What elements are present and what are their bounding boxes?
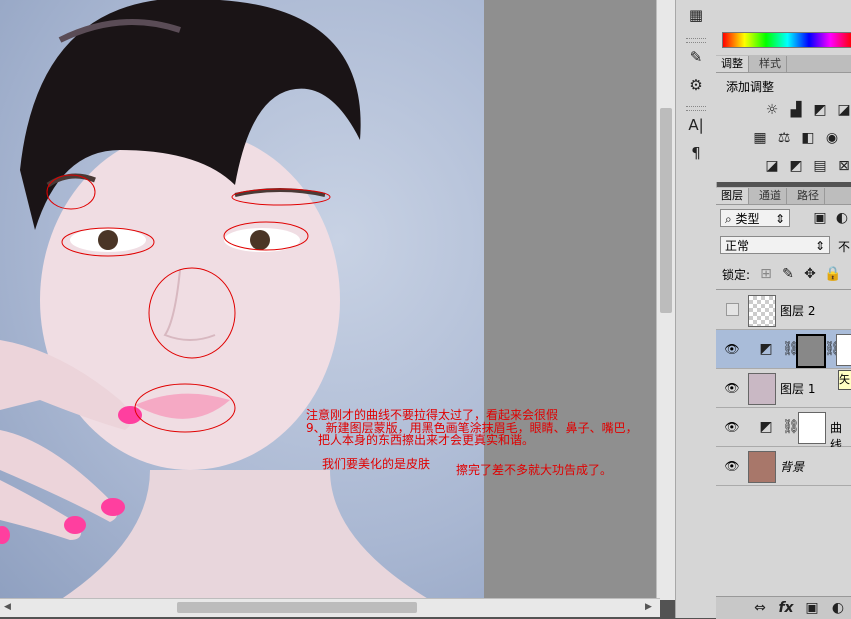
layer-thumbnail (748, 451, 776, 483)
layers-tabbar: 图层 通道 路径 (716, 187, 851, 205)
color-spectrum[interactable] (722, 32, 851, 48)
horizontal-scroll-thumb[interactable] (177, 602, 417, 613)
link-icon[interactable]: ⛓ (782, 419, 800, 435)
fx-icon[interactable]: fx (778, 600, 794, 616)
selective-color-icon[interactable]: ⊠ (836, 158, 851, 174)
vertical-scroll-thumb[interactable] (660, 108, 672, 313)
image-filter-icon[interactable]: ▣ (812, 210, 828, 226)
tab-styles[interactable]: 样式 (754, 56, 787, 72)
color-balance-icon[interactable]: ⚖ (776, 130, 792, 146)
scroll-right-arrow-icon[interactable]: ▶ (645, 602, 652, 612)
layer-filter-value: 类型 (735, 212, 760, 226)
layers-panel: 图层 通道 路径 ⌕ 类型 ⇕ ▣ ◐ 正常 ⇕ 不 锁定: ⊞ ✎ ✥ 🔒 图层 … (716, 187, 851, 596)
document-canvas[interactable]: 注意刚才的曲线不要拉得太过了，看起来会很假 9、新建图层蒙版，用黑色画笔涂抹眉毛… (0, 0, 660, 600)
tab-paths[interactable]: 路径 (792, 188, 825, 204)
gradient-map-icon[interactable]: ▤ (812, 158, 828, 174)
character-icon[interactable]: A| (685, 114, 707, 136)
layer-thumbnail (836, 334, 851, 366)
eye-icon[interactable]: 👁 (724, 420, 740, 434)
layer-mask-thumbnail[interactable] (798, 412, 826, 444)
lock-label: 锁定: (722, 268, 751, 282)
new-adjustment-icon[interactable]: ◐ (830, 600, 846, 616)
lock-pixels-icon[interactable]: ✎ (780, 266, 796, 282)
layer-name[interactable]: 图层 1 (780, 380, 815, 397)
blend-mode-dropdown[interactable]: 正常 ⇕ (720, 236, 830, 254)
add-adjustment-title: 添加调整 (726, 80, 775, 94)
posterize-icon[interactable]: ◩ (788, 158, 804, 174)
annotation-erase-note: 把人本身的东西擦出来才会更真实和谐。 (318, 433, 535, 447)
layer-row-layer1[interactable]: 👁 图层 1 (716, 369, 851, 408)
divider (716, 289, 851, 290)
search-icon: ⌕ (725, 212, 736, 226)
dock-grip[interactable] (686, 38, 706, 43)
panel-icon-dock: ▦ ✎ ⚙ A| ¶ (675, 0, 717, 618)
vertical-scrollbar[interactable] (656, 0, 675, 600)
layer-filter-dropdown[interactable]: ⌕ 类型 ⇕ (720, 209, 790, 227)
black-white-icon[interactable]: ◧ (800, 130, 816, 146)
tab-layers[interactable]: 图层 (716, 188, 749, 204)
photo-filter-icon[interactable]: ◉ (824, 130, 840, 146)
link-layers-icon[interactable]: ⇔ (752, 600, 768, 616)
curves-adjustment-icon: ◩ (759, 419, 773, 435)
adjustments-tabbar: 调整 样式 (716, 55, 851, 73)
levels-icon[interactable]: ▟ (788, 102, 804, 118)
vibrance-icon[interactable]: ▦ (752, 130, 768, 146)
paragraph-icon[interactable]: ¶ (685, 142, 707, 164)
eye-icon[interactable]: 👁 (724, 342, 740, 356)
layer-name[interactable]: 背景 (780, 458, 804, 475)
exposure-icon[interactable]: ◪ (836, 102, 851, 118)
layer-mask-thumbnail[interactable] (796, 334, 826, 368)
eye-icon[interactable]: 👁 (724, 459, 740, 473)
brightness-icon[interactable]: ☼ (764, 102, 780, 118)
adjustment-filter-icon[interactable]: ◐ (834, 210, 850, 226)
layers-icon[interactable]: ▦ (685, 4, 707, 26)
invert-icon[interactable]: ◪ (764, 158, 780, 174)
brush-preset-icon[interactable]: ✎ (685, 46, 707, 68)
layer-row-background[interactable]: 👁 背景 (716, 447, 851, 486)
adjustments-panel: 调整 样式 添加调整 ☼ ▟ ◩ ◪ ▦ ⚖ ◧ ◉ ◪ ◩ ▤ ⊠ (716, 0, 851, 182)
stepper-icon: ⇕ (814, 239, 825, 253)
blend-mode-value: 正常 (725, 239, 750, 253)
annotation-done-note: 擦完了差不多就大功告成了。 (456, 463, 613, 477)
layer-row-curves[interactable]: 👁 ◩ ⛓ 曲线 (716, 408, 851, 452)
layer-row-layer2[interactable]: 图层 2 (716, 291, 851, 330)
scroll-left-arrow-icon[interactable]: ◀ (4, 602, 11, 612)
layer-thumbnail (748, 295, 776, 327)
lock-transparency-icon[interactable]: ⊞ (758, 266, 774, 282)
stepper-icon: ⇕ (774, 212, 785, 226)
curves-adjustment-icon: ◩ (759, 341, 773, 357)
eye-icon[interactable]: 👁 (724, 381, 740, 395)
clone-source-icon[interactable]: ⚙ (685, 74, 707, 96)
layers-bottom-toolbar: ⇔ fx ▣ ◐ (716, 596, 851, 619)
dock-grip[interactable] (686, 106, 706, 111)
layer-thumbnail (748, 373, 776, 405)
portrait-photo (0, 0, 484, 600)
tooltip: 矢 (838, 370, 851, 390)
visibility-toggle[interactable] (726, 303, 739, 316)
lock-position-icon[interactable]: ✥ (802, 266, 818, 282)
tab-adjustments[interactable]: 调整 (716, 56, 749, 72)
portrait-illustration (0, 0, 430, 600)
layer-row-selected[interactable]: 👁 ◩ ⛓ ⛓ (716, 330, 851, 369)
layer-name[interactable]: 图层 2 (780, 302, 815, 319)
lock-all-icon[interactable]: 🔒 (824, 266, 841, 282)
curves-icon[interactable]: ◩ (812, 102, 828, 118)
add-mask-icon[interactable]: ▣ (804, 600, 820, 616)
horizontal-scrollbar[interactable]: ◀ ▶ (0, 598, 660, 617)
opacity-label: 不 (838, 240, 851, 254)
tab-channels[interactable]: 通道 (754, 188, 787, 204)
annotation-skin-note: 我们要美化的是皮肤 (322, 457, 431, 471)
